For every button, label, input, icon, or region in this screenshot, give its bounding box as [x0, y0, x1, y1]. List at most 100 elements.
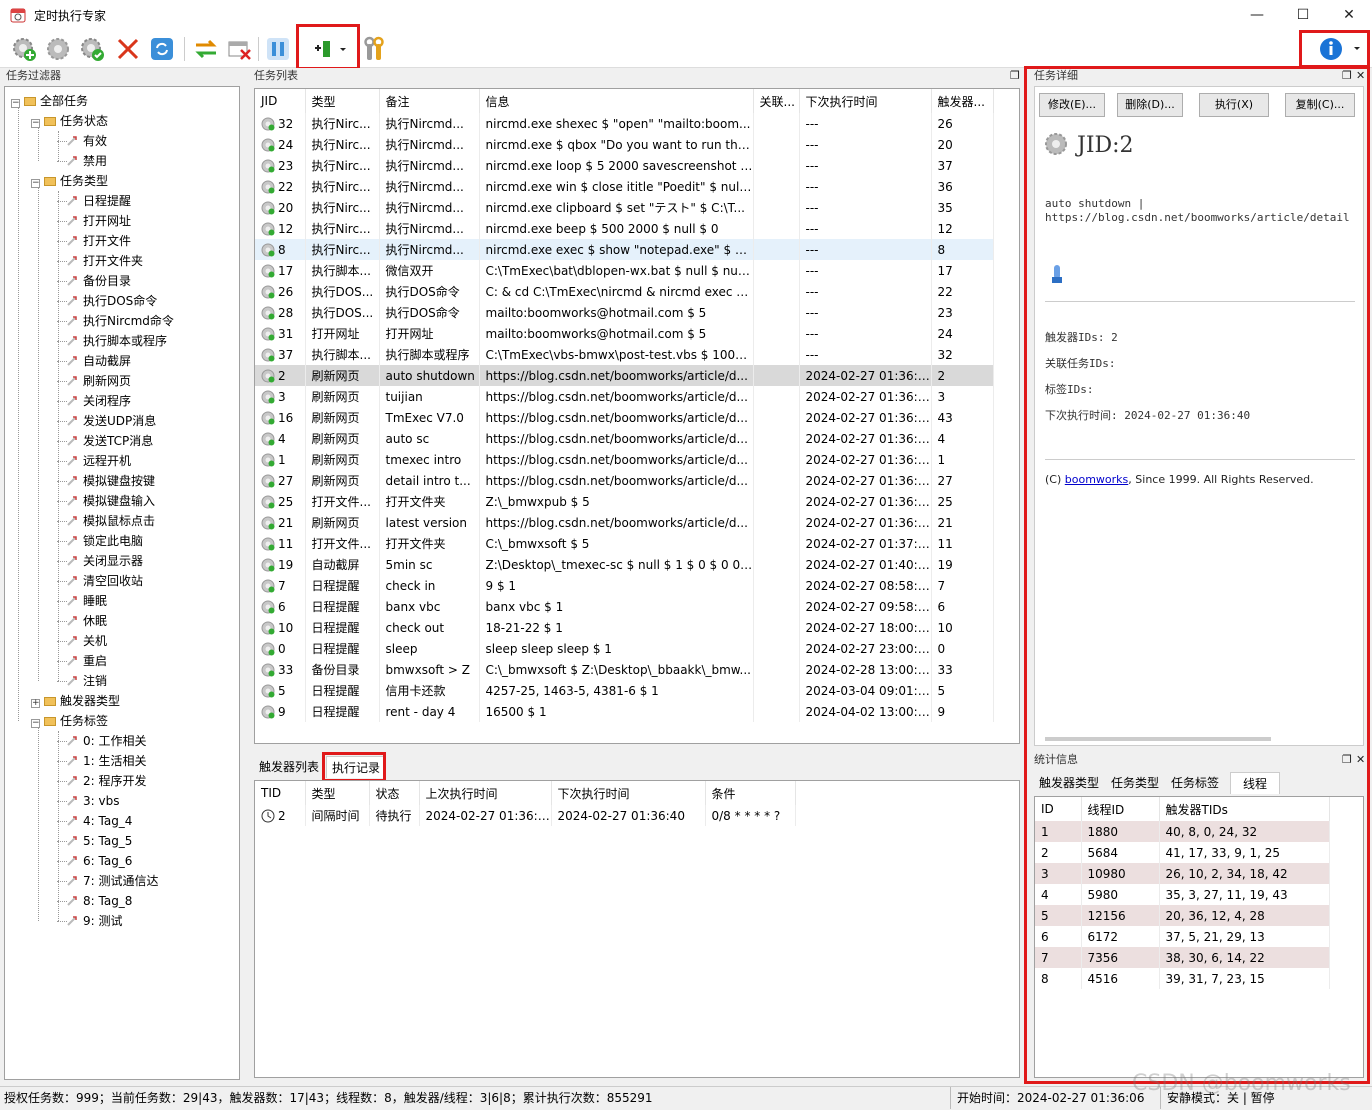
column-header[interactable]: 触发器TIDs [1159, 797, 1330, 821]
tree-type-item-16[interactable]: 模拟鼠标点击 [67, 511, 155, 531]
tab-thread[interactable]: 线程 [1230, 772, 1281, 794]
remove-trigger-button[interactable] [224, 33, 256, 65]
tree-node-task-type[interactable]: − 任务类型 [31, 171, 108, 191]
tree-node-task-status[interactable]: − 任务状态 [31, 111, 108, 131]
tree-type-item-10[interactable]: 关闭程序 [67, 391, 131, 411]
tree-type-item-22[interactable]: 关机 [67, 631, 107, 651]
tree-tag-item-4[interactable]: 4: Tag_4 [67, 811, 132, 831]
tree-type-item-1[interactable]: 打开网址 [67, 211, 131, 231]
tree-type-item-2[interactable]: 打开文件 [67, 231, 131, 251]
tree-type-item-24[interactable]: 注销 [67, 671, 107, 691]
table-row[interactable]: 2 5684 41, 17, 33, 9, 1, 25 [1035, 842, 1330, 863]
swap-button[interactable] [190, 33, 222, 65]
tree-type-item-11[interactable]: 发送UDP消息 [67, 411, 156, 431]
table-row[interactable]: 1 刷新网页 tmexec intro https://blog.csdn.net/b… [255, 449, 994, 470]
table-row[interactable]: 0 日程提醒 sleep sleep sleep sleep $ 1 2024-02-2… [255, 638, 994, 659]
column-header[interactable]: ID [1035, 797, 1082, 821]
tree-type-item-8[interactable]: 自动截屏 [67, 351, 131, 371]
tree-type-item-3[interactable]: 打开文件夹 [67, 251, 143, 271]
tree-status-item-1[interactable]: 禁用 [67, 151, 107, 171]
delete-task-detail-button[interactable]: 删除(D)... [1117, 93, 1183, 117]
tree-tag-item-7[interactable]: 7: 测试通信达 [67, 871, 159, 891]
tree-tag-item-1[interactable]: 1: 生活相关 [67, 751, 147, 771]
tree-type-item-21[interactable]: 休眠 [67, 611, 107, 631]
table-row[interactable]: 21 刷新网页 latest version https://blog.csdn.ne… [255, 512, 994, 533]
column-header[interactable]: 上次执行时间 [419, 781, 552, 805]
tab-trigger-list[interactable]: 触发器列表 [254, 756, 324, 778]
tree-status-item-0[interactable]: 有效 [67, 131, 107, 151]
tree-node-all-tasks[interactable]: − 全部任务 [11, 91, 88, 111]
maximize-button[interactable]: ☐ [1280, 0, 1326, 30]
tree-type-item-6[interactable]: 执行Nircmd命令 [67, 311, 174, 331]
tree-type-item-13[interactable]: 远程开机 [67, 451, 131, 471]
tree-type-item-23[interactable]: 重启 [67, 651, 107, 671]
tree-type-item-15[interactable]: 模拟键盘输入 [67, 491, 155, 511]
tree-tag-item-0[interactable]: 0: 工作相关 [67, 731, 147, 751]
column-header[interactable]: 状态 [369, 781, 420, 805]
table-row[interactable]: 4 5980 35, 3, 27, 11, 19, 43 [1035, 884, 1330, 905]
table-row[interactable]: 3 10980 26, 10, 2, 34, 18, 42 [1035, 863, 1330, 884]
tree-tag-item-2[interactable]: 2: 程序开发 [67, 771, 147, 791]
table-row[interactable]: 22 执行Nirc... 执行Nircmd... nircmd.exe win $ c… [255, 176, 994, 197]
close-button[interactable]: ✕ [1326, 0, 1372, 30]
table-row[interactable]: 27 刷新网页 detail intro t... https://blog.csdn… [255, 470, 994, 491]
restore-panel-icon[interactable]: ❐ [1342, 69, 1352, 82]
tree-tag-item-5[interactable]: 5: Tag_5 [67, 831, 132, 851]
boomworks-link[interactable]: boomworks [1065, 473, 1129, 486]
tree-node-trigger-type[interactable]: + 触发器类型 [31, 691, 120, 711]
tab-execution-log[interactable]: 执行记录 [326, 756, 387, 778]
column-header[interactable]: 触发器... [931, 89, 994, 113]
table-row[interactable]: 7 7356 38, 30, 6, 14, 22 [1035, 947, 1330, 968]
table-row[interactable]: 2 间隔时间 待执行 2024-02-27 01:36:32 2024-02-27 01… [255, 805, 796, 826]
table-row[interactable]: 9 日程提醒 rent - day 4 16500 $ 1 2024-04-02 13:… [255, 701, 994, 722]
column-header[interactable]: 下次执行时间 [799, 89, 932, 113]
table-row[interactable]: 8 执行Nirc... 执行Nircmd... nircmd.exe exec $ s… [255, 239, 994, 260]
restore-panel-icon[interactable]: ❐ [1010, 69, 1020, 82]
tab-task-tag[interactable]: 任务标签 [1166, 772, 1224, 794]
tree-type-item-19[interactable]: 清空回收站 [67, 571, 143, 591]
add-task-button[interactable] [8, 33, 40, 65]
tree-tag-item-6[interactable]: 6: Tag_6 [67, 851, 132, 871]
refresh-button[interactable] [146, 33, 178, 65]
close-panel-icon[interactable]: ✕ [1356, 69, 1365, 82]
tree-type-item-0[interactable]: 日程提醒 [67, 191, 131, 211]
tab-trigger-type[interactable]: 触发器类型 [1034, 772, 1104, 794]
tree-tag-item-3[interactable]: 3: vbs [67, 791, 119, 811]
tab-task-type[interactable]: 任务类型 [1106, 772, 1164, 794]
about-dropdown-button[interactable] [1312, 33, 1364, 65]
import-dropdown-button[interactable] [306, 33, 350, 65]
tree-type-item-17[interactable]: 锁定此电脑 [67, 531, 143, 551]
close-panel-icon[interactable]: ✕ [1356, 753, 1365, 766]
column-header[interactable]: 备注 [379, 89, 480, 113]
table-row[interactable]: 2 刷新网页 auto shutdown https://blog.csdn.net/… [255, 365, 994, 386]
column-header[interactable]: 类型 [305, 781, 370, 805]
tree-tag-item-8[interactable]: 8: Tag_8 [67, 891, 132, 911]
column-header[interactable]: 线程ID [1081, 797, 1160, 821]
table-row[interactable]: 17 执行脚本... 微信双开 C:\TmExec\bat\dblopen-wx.ba… [255, 260, 994, 281]
table-row[interactable]: 25 打开文件... 打开文件夹 Z:\_bmwxpub $ 5 2024-02-27 … [255, 491, 994, 512]
column-header[interactable]: 类型 [305, 89, 380, 113]
enable-task-button[interactable] [76, 33, 108, 65]
table-row[interactable]: 1 1880 40, 8, 0, 24, 32 [1035, 821, 1330, 842]
table-row[interactable]: 12 执行Nirc... 执行Nircmd... nircmd.exe beep $ … [255, 218, 994, 239]
table-row[interactable]: 33 备份目录 bmwxsoft > Z C:\_bmwxsoft $ Z:\Desk… [255, 659, 994, 680]
tree-tag-item-9[interactable]: 9: 测试 [67, 911, 123, 931]
column-header[interactable]: JID [255, 89, 306, 113]
column-header[interactable]: TID [255, 781, 306, 805]
table-row[interactable]: 24 执行Nirc... 执行Nircmd... nircmd.exe $ qbox … [255, 134, 994, 155]
table-row[interactable]: 16 刷新网页 TmExec V7.0 https://blog.csdn.net/b… [255, 407, 994, 428]
pause-button[interactable] [262, 33, 294, 65]
tree-type-item-5[interactable]: 执行DOS命令 [67, 291, 157, 311]
table-row[interactable]: 10 日程提醒 check out 18-21-22 $ 1 2024-02-27 18… [255, 617, 994, 638]
tree-type-item-4[interactable]: 备份目录 [67, 271, 131, 291]
tree-type-item-12[interactable]: 发送TCP消息 [67, 431, 153, 451]
table-row[interactable]: 5 日程提醒 信用卡还款 4257-25, 1463-5, 4381-6 $ 1 202… [255, 680, 994, 701]
table-row[interactable]: 37 执行脚本... 执行脚本或程序 C:\TmExec\vbs-bmwx\post-… [255, 344, 994, 365]
column-header[interactable]: 关联... [753, 89, 800, 113]
tree-type-item-14[interactable]: 模拟键盘按键 [67, 471, 155, 491]
tree-type-item-20[interactable]: 睡眠 [67, 591, 107, 611]
execute-task-button[interactable]: 执行(X) [1199, 93, 1269, 117]
tools-button[interactable] [358, 33, 390, 65]
table-row[interactable]: 8 4516 39, 31, 7, 23, 15 [1035, 968, 1330, 989]
table-row[interactable]: 5 12156 20, 36, 12, 4, 28 [1035, 905, 1330, 926]
